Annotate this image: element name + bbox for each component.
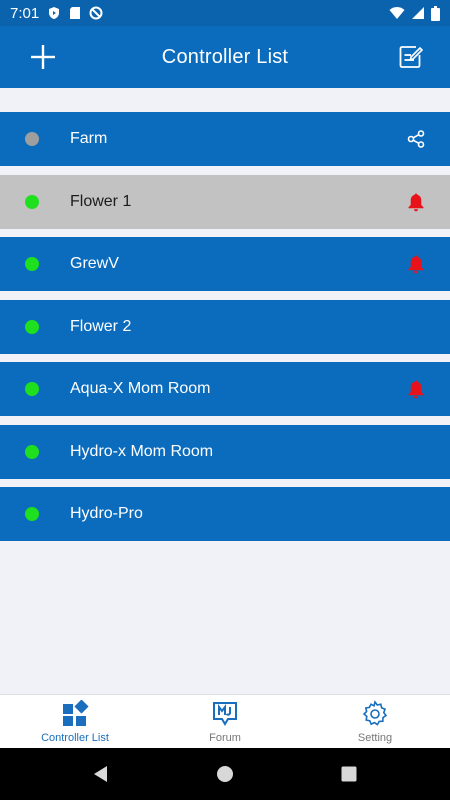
controller-row[interactable]: Flower 2 bbox=[0, 299, 450, 354]
tab-controller-list[interactable]: Controller List bbox=[0, 695, 150, 748]
sd-card-icon bbox=[69, 6, 81, 20]
forum-icon bbox=[213, 701, 237, 726]
status-dot-online bbox=[25, 257, 39, 271]
controller-name: Aqua-X Mom Room bbox=[70, 380, 211, 397]
controller-row[interactable]: Hydro-x Mom Room bbox=[0, 424, 450, 479]
status-dot-online bbox=[25, 444, 39, 459]
bell-icon[interactable] bbox=[406, 192, 426, 212]
recents-square-icon bbox=[341, 766, 357, 782]
back-button[interactable] bbox=[89, 762, 113, 786]
battery-icon bbox=[431, 5, 440, 21]
shield-play-icon bbox=[47, 6, 61, 20]
bell-icon[interactable] bbox=[406, 254, 426, 274]
controller-name: GrewV bbox=[70, 255, 119, 272]
controller-name: Hydro-Pro bbox=[70, 505, 143, 522]
system-nav-bar bbox=[0, 748, 450, 800]
status-time: 7:01 bbox=[10, 4, 40, 22]
controller-list: Farm Flower 1 GrewV Flower 2 Aqua-X Mom … bbox=[0, 112, 450, 550]
edit-list-button[interactable] bbox=[396, 42, 426, 72]
status-bar: 7:01 bbox=[0, 0, 450, 26]
no-disturb-icon bbox=[89, 6, 103, 20]
home-button[interactable] bbox=[213, 762, 237, 786]
plus-icon bbox=[31, 45, 55, 69]
status-dot-online bbox=[25, 507, 39, 521]
controller-name: Hydro-x Mom Room bbox=[70, 442, 214, 460]
controller-row[interactable]: Farm bbox=[0, 112, 450, 166]
controller-row[interactable]: Hydro-Pro bbox=[0, 487, 450, 541]
bell-icon[interactable] bbox=[406, 379, 426, 399]
controller-name: Flower 1 bbox=[70, 192, 132, 210]
controller-name: Farm bbox=[70, 130, 108, 147]
controller-row[interactable]: Flower 1 bbox=[0, 174, 450, 229]
share-icon[interactable] bbox=[406, 129, 426, 149]
status-dot-online bbox=[25, 382, 39, 396]
tab-forum[interactable]: Forum bbox=[150, 695, 300, 748]
recents-button[interactable] bbox=[337, 762, 361, 786]
edit-note-icon bbox=[399, 46, 424, 68]
controller-name: Flower 2 bbox=[70, 317, 132, 335]
back-triangle-icon bbox=[94, 766, 107, 782]
tab-label: Controller List bbox=[41, 731, 109, 744]
controller-row[interactable]: Aqua-X Mom Room bbox=[0, 362, 450, 416]
status-dot-offline bbox=[25, 132, 39, 146]
tab-label: Setting bbox=[357, 731, 393, 744]
add-controller-button[interactable] bbox=[28, 42, 58, 72]
bottom-nav: Controller List Forum Setting bbox=[0, 694, 450, 748]
tab-setting[interactable]: Setting bbox=[300, 695, 450, 748]
signal-icon bbox=[411, 6, 425, 20]
wifi-icon bbox=[389, 6, 405, 20]
tab-label: Forum bbox=[209, 731, 241, 744]
app-bar: Controller List bbox=[0, 26, 450, 88]
dashboard-icon bbox=[63, 699, 89, 726]
status-dot-online bbox=[25, 194, 39, 209]
home-circle-icon bbox=[217, 766, 233, 782]
page-title: Controller List bbox=[161, 45, 289, 68]
controller-row[interactable]: GrewV bbox=[0, 237, 450, 291]
gear-icon bbox=[362, 699, 388, 726]
status-dot-online bbox=[25, 319, 39, 334]
